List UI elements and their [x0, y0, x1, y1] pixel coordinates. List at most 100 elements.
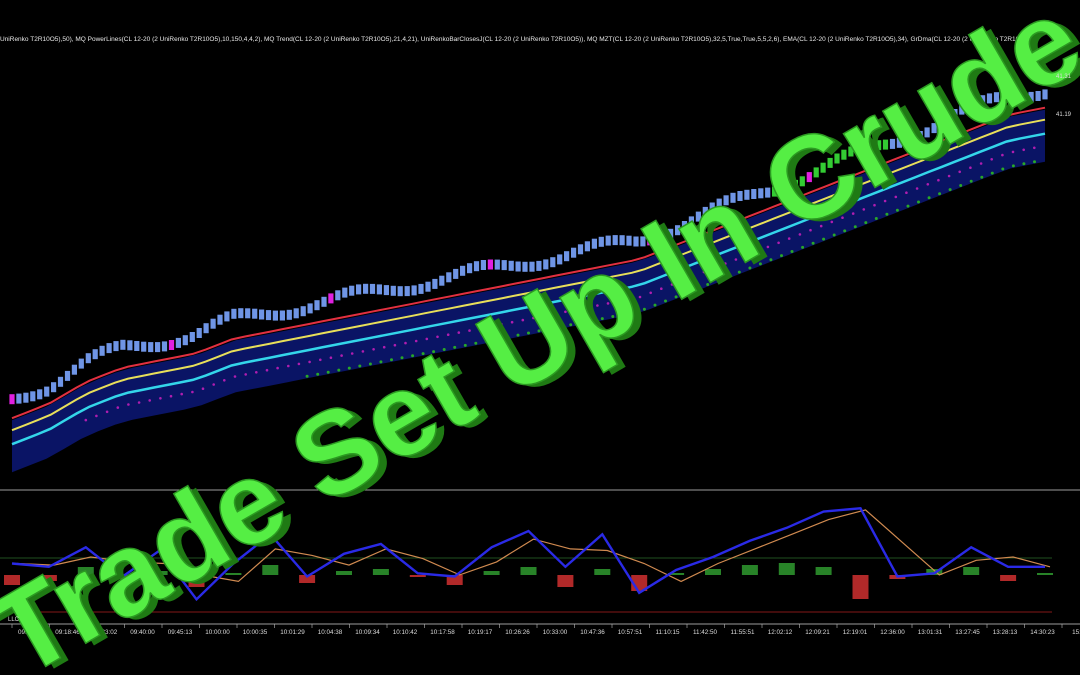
- renko-brick: [397, 286, 403, 297]
- time-tick-label: 13:28:13: [993, 629, 1018, 636]
- renko-brick: [161, 341, 168, 352]
- time-tick-label: 11:55:51: [730, 629, 755, 636]
- trend-dot-green: [938, 192, 942, 196]
- renko-brick: [349, 285, 355, 296]
- time-tick-label: 10:01:29: [280, 629, 305, 636]
- price-label-ema: 41.19: [1056, 112, 1072, 118]
- renko-brick: [30, 391, 36, 402]
- histogram-bar: [520, 567, 537, 575]
- histogram-bar: [336, 571, 352, 575]
- trend-dot-magenta: [340, 354, 343, 357]
- trend-dot-magenta: [116, 406, 120, 409]
- time-tick-label: 10:19:17: [468, 629, 493, 636]
- trend-dot-green: [959, 184, 963, 187]
- trend-dot-magenta: [254, 371, 258, 374]
- renko-brick: [245, 308, 251, 319]
- time-tick-label: 10:57:51: [618, 629, 643, 636]
- renko-brick: [182, 335, 188, 346]
- time-tick-label: 10:00:00: [205, 629, 230, 636]
- trend-dot-magenta: [297, 362, 301, 366]
- renko-brick: [494, 259, 500, 270]
- histogram-bar: [1037, 573, 1053, 575]
- renko-brick: [314, 300, 320, 311]
- renko-brick: [23, 392, 29, 403]
- renko-brick: [127, 340, 133, 351]
- histogram-bar: [705, 569, 721, 575]
- renko-brick: [120, 339, 126, 350]
- renko-brick: [272, 310, 278, 321]
- trend-dot-magenta: [201, 387, 205, 391]
- renko-brick: [51, 382, 57, 393]
- trend-dot-magenta: [127, 403, 130, 406]
- renko-brick: [425, 281, 431, 292]
- trend-dot-magenta: [137, 401, 141, 404]
- renko-brick: [453, 268, 459, 279]
- renko-brick: [411, 285, 417, 296]
- time-tick-label: 13:27:45: [955, 629, 980, 636]
- trend-dot-magenta: [1011, 150, 1015, 154]
- time-tick-label: 12:36:00: [880, 629, 905, 636]
- renko-brick: [342, 287, 348, 298]
- trend-dot-magenta: [212, 383, 215, 386]
- trend-dot-magenta: [1001, 153, 1004, 157]
- renko-brick: [252, 308, 258, 319]
- renko-brick: [265, 310, 272, 321]
- renko-brick: [189, 332, 195, 342]
- trend-dot-magenta: [191, 390, 194, 394]
- time-tick-label: 10:33:00: [543, 629, 568, 636]
- time-tick-label: 10:04:38: [318, 629, 343, 636]
- trend-dot-green: [1001, 167, 1005, 171]
- renko-brick: [71, 364, 77, 375]
- trend-dot-magenta: [159, 397, 162, 400]
- renko-brick: [85, 353, 91, 364]
- renko-brick: [418, 283, 424, 294]
- trend-dot-magenta: [223, 379, 226, 382]
- renko-brick: [356, 284, 362, 295]
- renko-brick: [300, 306, 306, 317]
- trend-dot-magenta: [372, 348, 375, 351]
- trend-dot-green: [990, 171, 994, 175]
- trend-dot-magenta: [361, 350, 365, 353]
- trend-dot-magenta: [180, 392, 183, 396]
- renko-brick: [9, 394, 15, 405]
- trend-dot-green: [927, 196, 931, 200]
- histogram-bar: [594, 569, 611, 575]
- time-tick-label: 10:09:34: [355, 629, 380, 636]
- time-tick-label: 10:47:36: [580, 629, 605, 636]
- renko-brick: [508, 260, 514, 271]
- trend-dot-green: [316, 372, 320, 376]
- trend-dot-green: [969, 179, 973, 183]
- time-tick-label: 15:23: [1072, 629, 1080, 636]
- histogram-bar: [372, 569, 389, 575]
- trend-dot-magenta: [319, 358, 322, 362]
- renko-brick: [328, 293, 334, 304]
- histogram-bar: [741, 565, 758, 575]
- renko-brick: [460, 265, 466, 276]
- trend-dot-magenta: [233, 375, 237, 378]
- renko-brick: [467, 263, 473, 274]
- trend-dot-magenta: [244, 373, 247, 376]
- renko-brick: [210, 318, 216, 329]
- trend-dot-magenta: [287, 364, 290, 368]
- trend-dot-green: [1011, 164, 1015, 168]
- renko-brick: [286, 309, 292, 320]
- trend-dot-magenta: [105, 410, 109, 414]
- renko-brick: [217, 314, 223, 325]
- price-label-high: 41.31: [1056, 74, 1072, 80]
- renko-brick: [383, 285, 389, 296]
- histogram-bar: [852, 575, 869, 599]
- renko-brick: [369, 283, 376, 294]
- time-tick-label: 10:17:58: [430, 629, 455, 636]
- time-tick-label: 12:09:21: [805, 629, 830, 636]
- renko-brick: [57, 376, 64, 387]
- renko-brick: [335, 290, 341, 301]
- time-tick-label: 11:10:15: [655, 629, 680, 636]
- renko-brick: [390, 285, 396, 296]
- trend-dot-green: [337, 368, 341, 372]
- histogram-bar: [409, 575, 426, 577]
- renko-brick: [224, 311, 230, 322]
- histogram-bar: [778, 563, 795, 575]
- renko-brick: [99, 345, 105, 356]
- trend-dot-magenta: [1022, 148, 1025, 152]
- renko-brick: [16, 393, 22, 404]
